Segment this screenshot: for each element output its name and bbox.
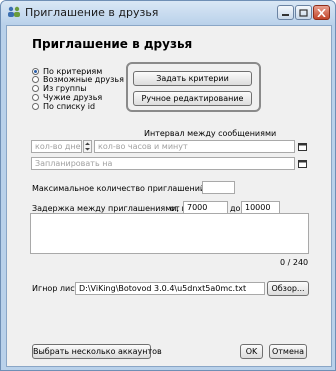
schedule-input[interactable]: Запланировать на: [31, 157, 295, 170]
select-accounts-button[interactable]: Выбрать несколько аккаунтов: [32, 344, 162, 359]
manual-edit-button[interactable]: Ручное редактирование: [133, 91, 252, 106]
delay-from-label: от: [170, 204, 180, 213]
browse-button[interactable]: Обзор...: [267, 281, 309, 296]
spinner-arrows-icon: [85, 142, 90, 151]
days-input[interactable]: кол-во дней: [31, 140, 82, 153]
window-title: Приглашение в друзья: [25, 6, 159, 19]
radio-button[interactable]: [32, 85, 39, 92]
maximize-icon: [299, 9, 308, 17]
set-criteria-button[interactable]: Задать критерии: [133, 71, 252, 86]
radio-button[interactable]: [32, 94, 39, 101]
dialog-body: Приглашение в друзья По критериям Возмож…: [6, 25, 332, 367]
radio-label: По списку id: [43, 102, 96, 111]
max-invites-input[interactable]: [202, 181, 235, 194]
radio-button[interactable]: [32, 103, 39, 110]
minimize-button[interactable]: [277, 5, 294, 20]
calendar-icon[interactable]: [298, 142, 307, 151]
dialog-window: Приглашение в друзья Приглашение в друзь…: [0, 0, 336, 371]
days-spinner[interactable]: [83, 140, 92, 153]
minimize-icon: [282, 14, 289, 16]
maximize-button[interactable]: [295, 5, 312, 20]
ok-button[interactable]: OK: [240, 344, 263, 359]
interval-label: Интервал между сообщениями: [144, 129, 277, 138]
page-title: Приглашение в друзья: [32, 37, 193, 51]
char-counter: 0 / 240: [280, 258, 309, 267]
calendar-icon[interactable]: [298, 159, 307, 168]
delay-to-label: до: [230, 204, 241, 213]
radio-by-id-list[interactable]: По списку id: [32, 101, 95, 112]
radio-button[interactable]: [32, 76, 39, 83]
time-input[interactable]: кол-во часов и минут: [94, 140, 295, 153]
close-icon: [317, 9, 326, 17]
cancel-button[interactable]: Отмена: [269, 344, 307, 359]
ignore-list-path-input[interactable]: D:\ViKing\Botovod 3.0.4\u5dnxt5a0mc.txt: [75, 282, 265, 295]
close-button[interactable]: [313, 5, 330, 20]
delay-label: Задержка между приглашениями, мс: [32, 204, 192, 213]
ignore-list-label: Игнор лист: [32, 284, 80, 293]
message-textarea[interactable]: [30, 213, 309, 254]
title-bar[interactable]: Приглашение в друзья: [1, 1, 335, 25]
max-invites-label: Максимальное количество приглашений: [32, 184, 206, 193]
people-icon: [8, 6, 20, 17]
